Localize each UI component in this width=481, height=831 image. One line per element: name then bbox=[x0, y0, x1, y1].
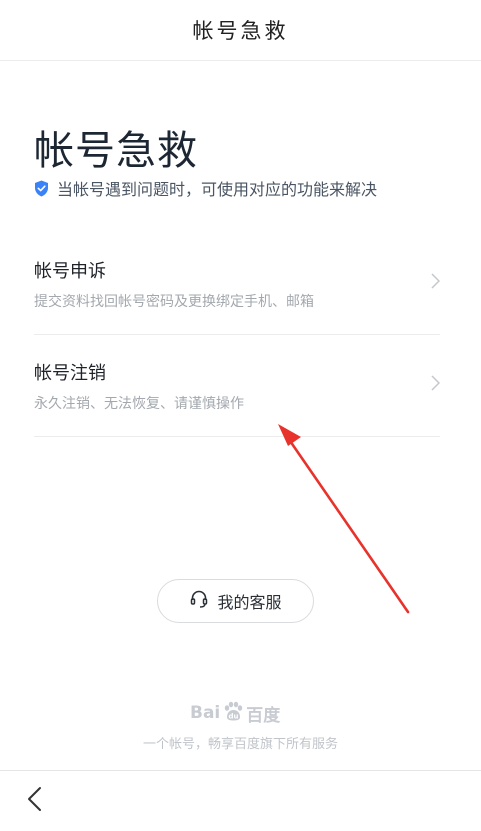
menu-item-label: 帐号注销 bbox=[34, 363, 106, 384]
paw-icon: du bbox=[222, 700, 244, 727]
customer-service-button[interactable]: 我的客服 bbox=[157, 579, 314, 623]
menu-item-desc: 永久注销、无法恢复、请谨慎操作 bbox=[34, 396, 244, 412]
back-button[interactable] bbox=[22, 785, 48, 813]
hero-subtitle-text: 当帐号遇到问题时，可使用对应的功能来解决 bbox=[57, 180, 378, 199]
logo-text-right: 百度 bbox=[246, 705, 281, 726]
logo-text-left: Bai bbox=[190, 703, 221, 723]
hero-title: 帐号急救 bbox=[34, 128, 198, 174]
shield-check-icon bbox=[34, 180, 49, 197]
baidu-logo: Bai du 百度 bbox=[190, 700, 280, 726]
chevron-left-icon bbox=[28, 787, 41, 811]
chevron-right-icon bbox=[431, 375, 441, 395]
bottom-bar bbox=[0, 770, 481, 831]
footer-slogan: 一个帐号，畅享百度旗下所有服务 bbox=[142, 737, 338, 752]
top-bar: 帐号急救 bbox=[0, 0, 481, 61]
menu-item-desc: 提交资料找回帐号密码及更换绑定手机、邮箱 bbox=[34, 294, 314, 310]
headset-icon bbox=[189, 589, 209, 613]
hero-subtitle: 当帐号遇到问题时，可使用对应的功能来解决 bbox=[34, 176, 377, 200]
chevron-right-icon bbox=[431, 273, 441, 293]
svg-text:du: du bbox=[229, 712, 239, 720]
menu-item-deactivate[interactable]: 帐号注销 永久注销、无法恢复、请谨慎操作 bbox=[34, 335, 441, 437]
customer-service-label: 我的客服 bbox=[217, 593, 282, 612]
menu-item-label: 帐号申诉 bbox=[34, 261, 106, 282]
menu-item-appeal[interactable]: 帐号申诉 提交资料找回帐号密码及更换绑定手机、邮箱 bbox=[34, 233, 441, 335]
page-title: 帐号急救 bbox=[192, 19, 289, 43]
